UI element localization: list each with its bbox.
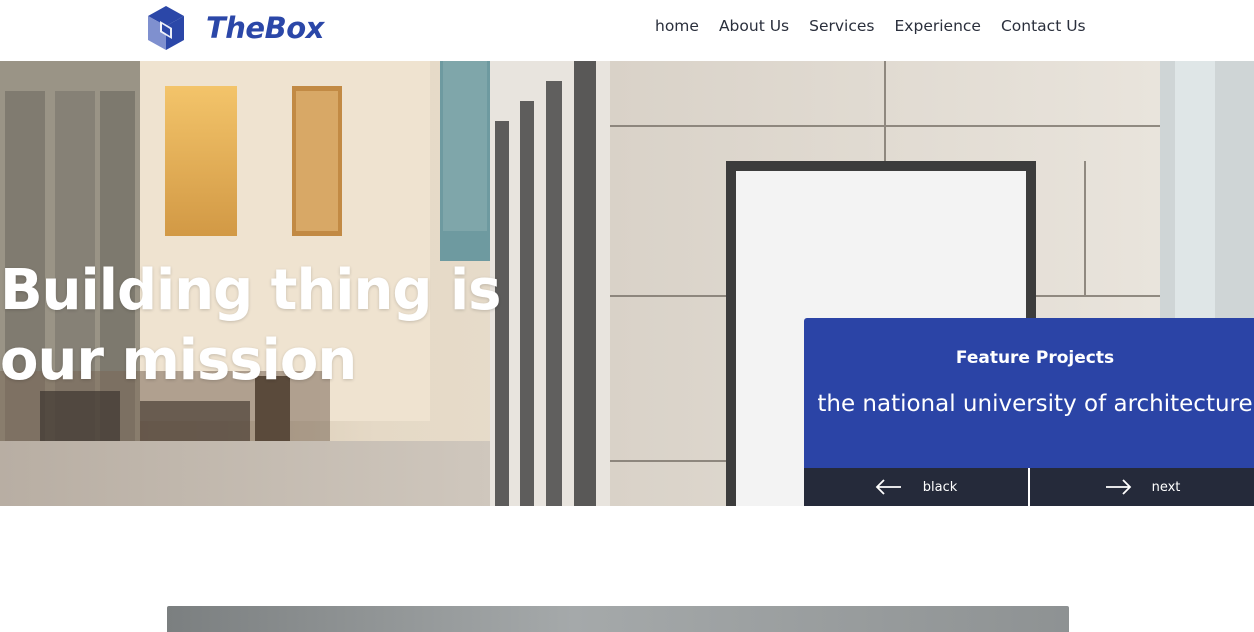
feature-projects-card: Feature Projects the national university… — [804, 318, 1254, 506]
next-button[interactable]: next — [1030, 468, 1254, 506]
prev-label: black — [922, 479, 958, 495]
nav-about-us[interactable]: About Us — [719, 17, 789, 35]
arrow-right-icon — [1105, 479, 1131, 495]
hero-title: Building thing is our mission — [0, 258, 501, 393]
nav-experience[interactable]: Experience — [895, 17, 981, 35]
section-preview-image — [167, 606, 1069, 632]
brand-logo-link[interactable]: TheBox — [146, 3, 324, 53]
feature-project-name[interactable]: the national university of architecture — [804, 390, 1254, 419]
prev-button[interactable]: black — [804, 468, 1028, 506]
brand-name: TheBox — [206, 11, 324, 45]
nav-services[interactable]: Services — [809, 17, 874, 35]
feature-card-body: Feature Projects the national university… — [804, 318, 1254, 468]
main-nav: home About Us Services Experience Contac… — [655, 17, 1106, 35]
arrow-left-icon — [875, 479, 901, 495]
feature-nav-bar: black next — [804, 468, 1254, 506]
feature-heading: Feature Projects — [955, 348, 1115, 368]
nav-home[interactable]: home — [655, 17, 699, 35]
next-label: next — [1151, 479, 1181, 495]
site-header: TheBox home About Us Services Experience… — [0, 0, 1254, 61]
cube-logo-icon — [148, 6, 184, 50]
nav-contact-us[interactable]: Contact Us — [1001, 17, 1086, 35]
